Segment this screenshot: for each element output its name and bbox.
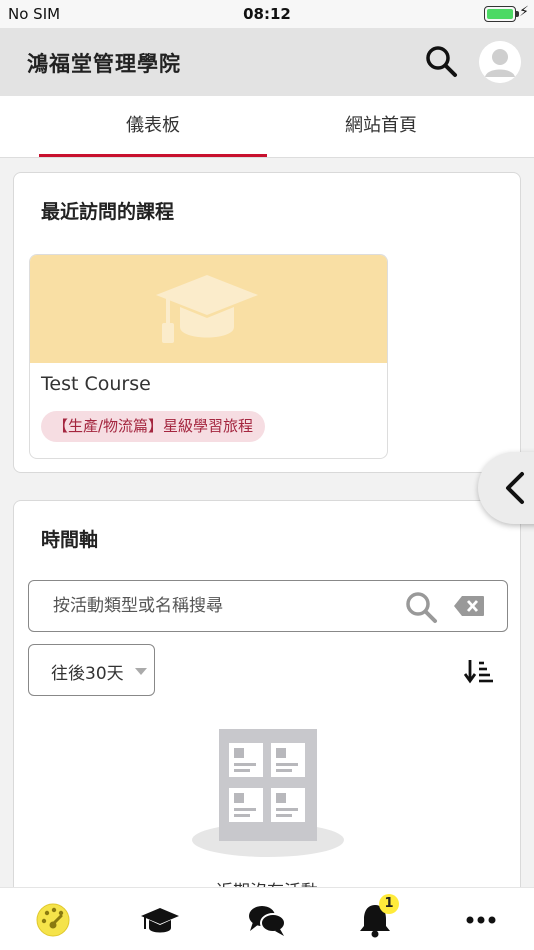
search-icon[interactable] [404, 590, 438, 624]
nav-courses[interactable] [140, 902, 180, 938]
clock: 08:12 [243, 5, 291, 23]
battery-icon [484, 6, 516, 22]
status-bar: No SIM 08:12 ⚡ [0, 0, 534, 28]
nav-messages[interactable] [247, 902, 287, 938]
caret-down-icon [135, 668, 147, 675]
bottom-nav: 1 [0, 887, 534, 950]
graduation-cap-icon [141, 908, 179, 933]
notification-count-badge: 1 [379, 894, 399, 914]
recent-courses-title: 最近訪問的課程 [41, 201, 175, 223]
time-filter-value: 往後30天 [51, 664, 124, 684]
course-name: Test Course [41, 373, 151, 395]
nav-dashboard[interactable] [34, 902, 74, 938]
clear-icon[interactable] [453, 595, 485, 617]
tab-dashboard[interactable]: 儀表板 [39, 96, 267, 158]
active-tab-indicator [39, 154, 267, 157]
charging-icon: ⚡ [519, 4, 529, 20]
course-category-badge: 【生產/物流篇】星級學習旅程 [41, 411, 266, 442]
time-filter-select[interactable]: 往後30天 [28, 644, 155, 696]
empty-activities-icon [192, 729, 344, 857]
chat-bubbles-icon [249, 906, 286, 936]
nav-more[interactable] [461, 902, 501, 938]
course-card[interactable]: Test Course 【生產/物流篇】星級學習旅程 [29, 254, 388, 459]
timeline-card: 時間軸 往後30天 [13, 500, 521, 920]
timeline-title: 時間軸 [41, 529, 99, 551]
app-header: 鴻福堂管理學院 [0, 28, 534, 96]
nav-notifications[interactable]: 1 [355, 894, 399, 938]
tab-site-home[interactable]: 網站首頁 [267, 96, 495, 158]
user-icon [479, 41, 521, 83]
graduation-cap-icon [156, 275, 258, 343]
avatar[interactable] [479, 41, 521, 83]
sort-icon[interactable] [464, 658, 494, 684]
chevron-left-icon [506, 472, 524, 504]
dashboard-icon [36, 903, 70, 937]
site-title: 鴻福堂管理學院 [27, 52, 181, 76]
tab-bar: 儀表板 網站首頁 [0, 96, 534, 158]
course-banner [30, 255, 387, 363]
more-icon [466, 916, 496, 924]
timeline-search-input[interactable] [53, 591, 393, 621]
recent-courses-card: 最近訪問的課程 Test Course 【生產/物流篇】星級學習旅程 [13, 172, 521, 473]
timeline-search-box [28, 580, 508, 632]
search-icon[interactable] [423, 43, 459, 79]
